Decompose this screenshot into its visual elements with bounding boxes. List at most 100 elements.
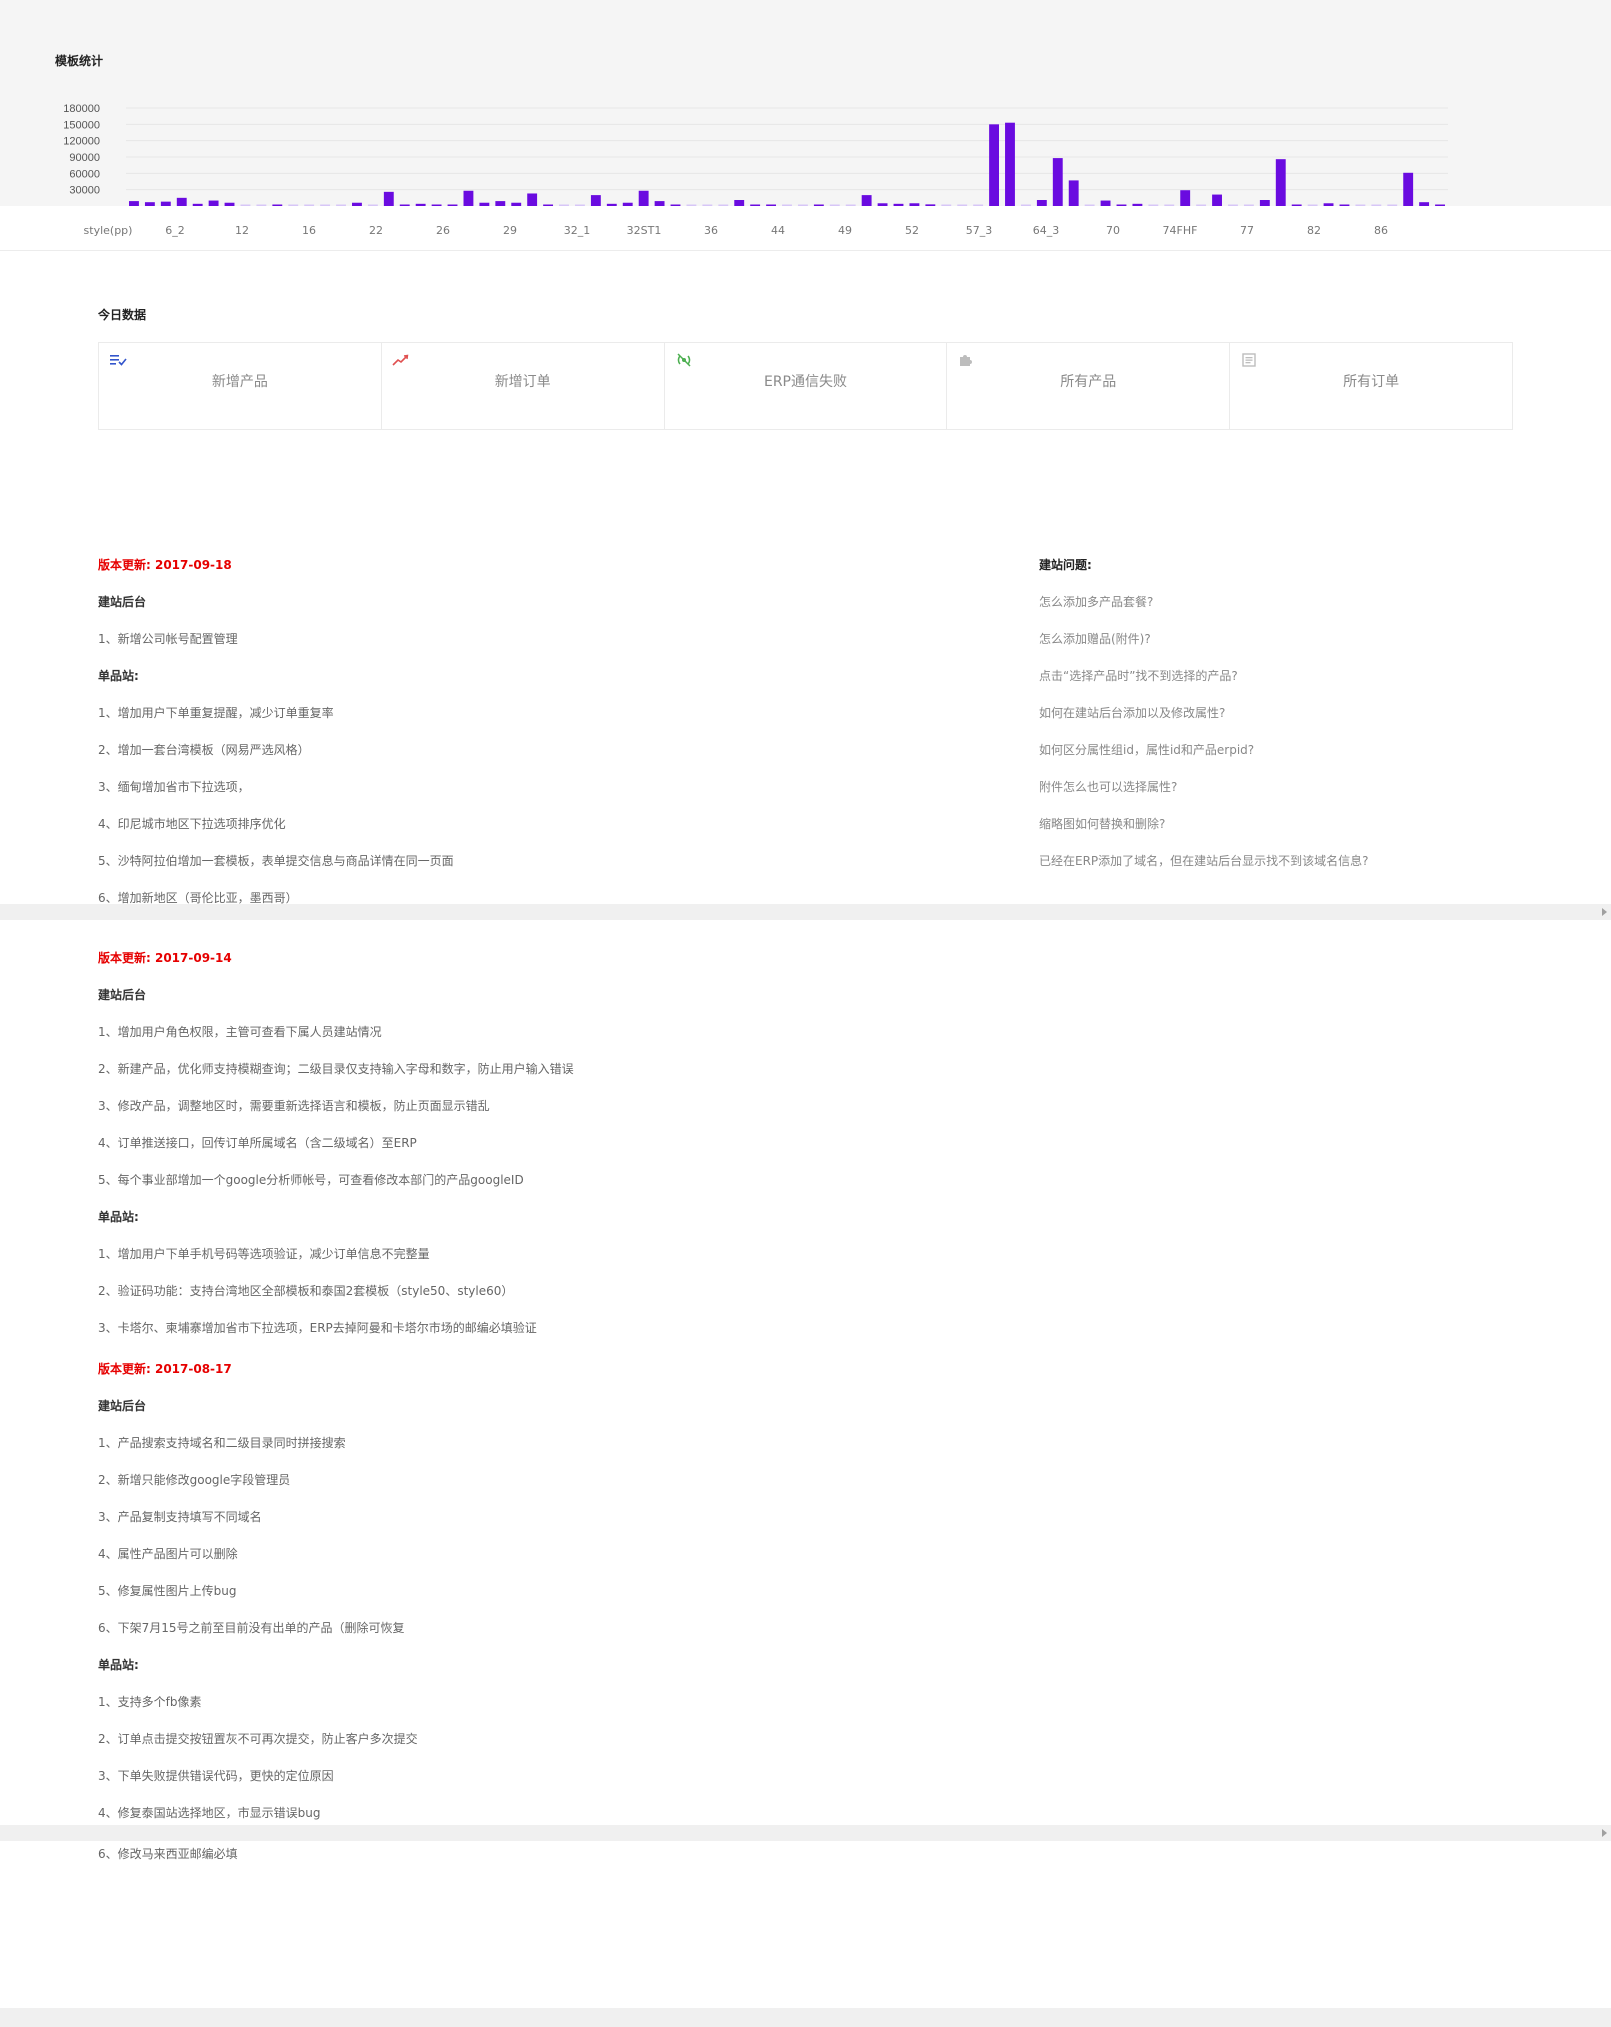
template-stats-chart: 30000 60000 90000 120000 150000 180000 (63, 103, 1448, 206)
chart-bar[interactable] (1275, 159, 1286, 206)
chart-bar[interactable] (176, 197, 187, 206)
x-axis-labels: style(pp) 6_2 12 16 22 26 29 32_1 32ST1 36 44 49 52 5… (84, 224, 1388, 237)
faq-link[interactable]: 如何区分属性组id，属性id和产品erpid? (1039, 741, 1254, 758)
update-backend-heading: 建站后台 (98, 988, 147, 1002)
template-stats-panel: 模板统计 30000 60000 90000 120000 150000 180000 (0, 0, 1611, 206)
update-item: 5、修复属性图片上传bug (98, 1584, 237, 1598)
x-tick-label: 49 (838, 224, 852, 237)
x-tick-label: 22 (369, 224, 383, 237)
update-item: 2、新增只能修改google字段管理员 (98, 1473, 291, 1487)
faq-link[interactable]: 附件怎么也可以选择属性? (1039, 778, 1177, 795)
faq-link[interactable]: 怎么添加赠品(附件)? (1039, 630, 1151, 647)
x-tick-label: style(pp) (84, 224, 133, 237)
chart-bar[interactable] (1180, 190, 1191, 206)
signal-off-icon (677, 353, 691, 367)
update-item: 1、增加用户下单重复提醒，减少订单重复率 (98, 706, 334, 720)
stat-card-erp-failures[interactable]: ERP通信失败 (665, 343, 948, 429)
faq-link[interactable]: 怎么添加多产品套餐? (1039, 593, 1153, 610)
update-title: 版本更新: 2017-08-17 (98, 1362, 232, 1376)
chart-bar[interactable] (1005, 122, 1015, 206)
update-item: 3、下单失败提供错误代码，更快的定位原因 (98, 1769, 334, 1783)
x-tick-label: 26 (436, 224, 450, 237)
stat-label: 新增订单 (494, 374, 551, 390)
stat-card-new-orders[interactable]: 新增订单 (382, 343, 665, 429)
faq-title: 建站问题: (1039, 558, 1092, 572)
chart-bar[interactable] (1403, 172, 1414, 206)
chart-bar[interactable] (1052, 158, 1063, 206)
update-item: 1、产品搜索支持域名和二级目录同时拼接搜索 (98, 1436, 346, 1450)
y-tick-label: 60000 (69, 168, 100, 180)
update-item: 5、每个事业部增加一个google分析师帐号，可查看修改本部门的产品google… (98, 1173, 524, 1187)
stat-label: ERP通信失败 (763, 374, 847, 390)
faq-link[interactable]: 已经在ERP添加了域名，但在建站后台显示找不到该域名信息? (1039, 852, 1369, 869)
update-item: 2、订单点击提交按钮置灰不可再次提交，防止客户多次提交 (98, 1732, 418, 1746)
x-tick-label: 6_2 (165, 224, 185, 237)
y-tick-label: 150000 (63, 119, 100, 131)
x-axis-band: style(pp) 6_2 12 16 22 26 29 32_1 32ST1 36 44 49 52 5… (0, 206, 1611, 251)
stat-card-all-orders[interactable]: 所有订单 (1230, 343, 1512, 429)
x-tick-label: 86 (1374, 224, 1388, 237)
update-item: 6、下架7月15号之前至目前没有出单的产品（删除可恢复 (98, 1621, 405, 1635)
chart-bar[interactable] (463, 190, 474, 206)
x-tick-label: 57_3 (966, 224, 993, 237)
x-tick-label: 29 (503, 224, 517, 237)
faq-link[interactable]: 缩略图如何替换和删除? (1039, 815, 1165, 832)
today-data-title: 今日数据 (98, 308, 147, 322)
y-tick-label: 30000 (69, 185, 100, 197)
update-item: 3、产品复制支持填写不同域名 (98, 1510, 262, 1524)
update-item: 1、新增公司帐号配置管理 (98, 632, 238, 646)
x-tick-label: 82 (1307, 224, 1321, 237)
x-tick-label: 77 (1240, 224, 1254, 237)
horizontal-scrollbar[interactable] (0, 1825, 1611, 1841)
x-tick-label: 16 (302, 224, 316, 237)
stat-card-new-products[interactable]: 新增产品 (99, 343, 382, 429)
chart-bar[interactable] (1212, 194, 1222, 206)
horizontal-scrollbar[interactable] (0, 904, 1611, 920)
x-tick-label: 52 (905, 224, 919, 237)
y-tick-label: 180000 (63, 103, 100, 115)
update-item: 4、修复泰国站选择地区，市显示错误bug (98, 1806, 321, 1820)
x-tick-label: 44 (771, 224, 785, 237)
chart-bar[interactable] (861, 195, 872, 206)
chart-bar[interactable] (1068, 180, 1079, 206)
x-tick-label: 64_3 (1033, 224, 1060, 237)
stat-label: 新增产品 (211, 374, 268, 390)
update-backend-heading: 建站后台 (98, 595, 147, 609)
faq-link[interactable]: 如何在建站后台添加以及修改属性? (1039, 704, 1225, 721)
update-item: 5、沙特阿拉伯增加一套模板，表单提交信息与商品详情在同一页面 (98, 854, 454, 868)
x-tick-label: 12 (235, 224, 249, 237)
update-item: 4、属性产品图片可以删除 (98, 1547, 238, 1561)
update-item: 2、新建产品，优化师支持模糊查询；二级目录仅支持输入字母和数字，防止用户输入错误 (98, 1062, 574, 1076)
trend-up-icon (392, 354, 409, 366)
chart-bar[interactable] (638, 190, 649, 206)
update-single-heading: 单品站: (98, 669, 139, 683)
update-item: 3、缅甸增加省市下拉选项， (98, 780, 250, 794)
document-icon (1242, 353, 1256, 367)
chart-bar[interactable] (989, 124, 999, 206)
update-item: 6、修改马来西亚邮编必填 (98, 1847, 238, 1861)
chart-bar[interactable] (383, 191, 394, 206)
y-tick-label: 120000 (63, 136, 100, 148)
chart-bar[interactable] (527, 193, 538, 206)
update-title: 版本更新: 2017-09-14 (98, 951, 232, 965)
update-item: 2、验证码功能：支持台湾地区全部模板和泰国2套模板（style50、style6… (98, 1284, 514, 1298)
page-bottom-bar (0, 2008, 1611, 2027)
x-tick-label: 32ST1 (627, 224, 662, 237)
scroll-right-icon[interactable] (1602, 1829, 1607, 1837)
chart-bar[interactable] (590, 195, 601, 206)
update-item: 1、支持多个fb像素 (98, 1695, 202, 1709)
x-tick-label: 32_1 (564, 224, 591, 237)
x-tick-label: 70 (1106, 224, 1120, 237)
update-single-heading: 单品站: (98, 1658, 139, 1672)
update-single-heading: 单品站: (98, 1210, 139, 1224)
faq-link[interactable]: 点击“选择产品时”找不到选择的产品? (1039, 667, 1238, 684)
today-stats-row: 新增产品 新增订单 ERP通信失败 所有产品 所有订单 (98, 342, 1513, 430)
update-item: 3、卡塔尔、柬埔寨增加省市下拉选项，ERP去掉阿曼和卡塔尔市场的邮编必填验证 (98, 1321, 537, 1335)
update-backend-heading: 建站后台 (98, 1399, 147, 1413)
puzzle-icon (960, 355, 973, 366)
stat-card-all-products[interactable]: 所有产品 (947, 343, 1231, 429)
stat-label: 所有产品 (1060, 374, 1117, 390)
update-item: 1、增加用户下单手机号码等选项验证，减少订单信息不完整量 (98, 1247, 430, 1261)
x-tick-label: 74FHF (1163, 224, 1198, 237)
scroll-right-icon[interactable] (1602, 908, 1607, 916)
